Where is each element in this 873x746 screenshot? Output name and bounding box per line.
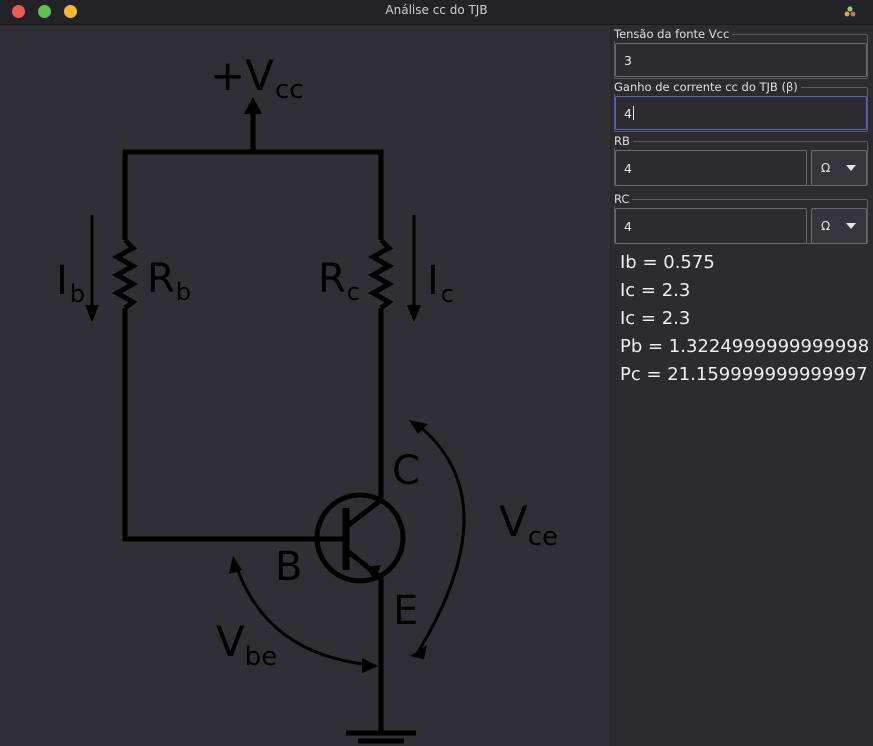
rc-input[interactable]: 4 [615,208,807,244]
rb-unit-value: Ω [821,161,831,175]
beta-label-text: Ganho de corrente cc do TJB (β) [614,80,801,94]
rb-unit-select[interactable]: Ω [811,150,867,186]
vbe-label: Vbe [216,617,277,672]
vce-arc [416,423,466,653]
parameters-panel: Tensão da fonte Vcc 3 Ganho de corrente … [612,25,873,746]
base-label: B [275,544,302,590]
results-list: Ib = 0.575 Ic = 2.3 Ic = 2.3 Pb = 1.3224… [620,249,869,389]
rb-label-text: RB [614,134,633,148]
rb-resistor [111,238,139,310]
text-caret [632,106,634,120]
result-ic-repeat: Ic = 2.3 [620,308,691,329]
rc-resistor [367,238,395,310]
vcc-input[interactable]: 3 [615,43,867,77]
vcc-input-value: 3 [624,52,632,68]
rc-label: Rc [318,256,360,306]
result-ib: Ib = 0.575 [620,252,715,273]
result-ic: Ic = 2.3 [620,280,691,301]
rc-unit-select[interactable]: Ω [811,208,867,244]
chevron-down-icon [846,165,856,171]
ib-label: Ib [56,258,85,308]
vbe-arrow-head-bottom [362,658,378,673]
ib-arrow-head [85,305,99,322]
ic-label: Ic [427,258,454,308]
rc-label-text: RC [614,192,633,206]
result-pb: Pb = 1.3224999999999998 [620,336,870,357]
vce-label: Vce [499,497,558,552]
window-title: Análise cc do TJB [385,3,488,17]
vcc-label: +Vcc [210,51,304,105]
vce-arrow-head-bottom [410,645,427,659]
vcc-group: Tensão da fonte Vcc 3 [614,27,868,79]
transistor-collector-lead [344,498,383,529]
app-icon [844,6,856,17]
result-pc: Pc = 21.159999999999997 [620,364,868,385]
rb-input[interactable]: 4 [615,150,807,186]
collector-label: C [392,448,420,494]
rb-input-value: 4 [624,160,632,176]
rc-input-value: 4 [624,218,632,234]
rc-unit-value: Ω [821,219,831,233]
bjt-circuit-schematic: +Vcc Ib Rb Rc Ic C B E Vce Vbe [56,51,558,744]
beta-input-value: 4 [624,105,632,121]
vbe-arrow-head-top [229,556,242,574]
chevron-down-icon [846,223,856,229]
circuit-canvas: +Vcc Ib Rb Rc Ic C B E Vce Vbe [0,25,610,746]
rc-group: RC 4 Ω [614,192,868,244]
title-bar: Análise cc do TJB [0,0,873,25]
rb-label: Rb [147,256,191,306]
rb-group: RB 4 Ω [614,134,868,186]
ic-arrow-head [407,305,421,322]
vcc-label-text: Tensão da fonte Vcc [614,27,733,41]
beta-group: Ganho de corrente cc do TJB (β) 4 [614,80,868,132]
emitter-label: E [393,588,418,634]
beta-input[interactable]: 4 [615,96,867,130]
